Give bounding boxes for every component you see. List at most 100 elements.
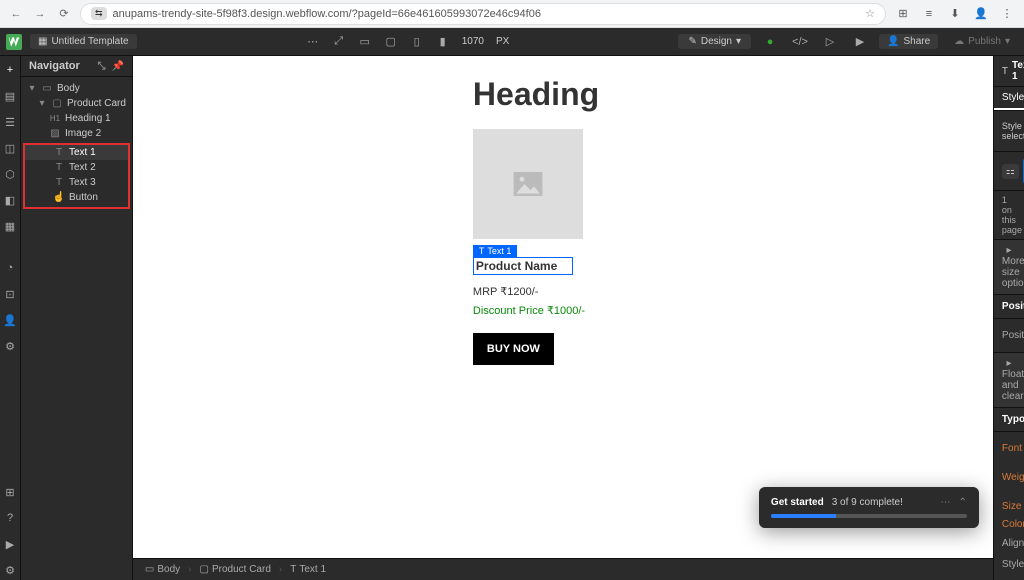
canvas-text3[interactable]: Discount Price ₹1000/-: [473, 304, 953, 317]
tree-button[interactable]: ☝Button: [25, 190, 128, 205]
panel-tabs: Style Settings Interactions: [994, 87, 1024, 111]
tree-text2[interactable]: TText 2: [25, 160, 128, 175]
more-icon[interactable]: ⋯: [302, 31, 324, 53]
canvas-heading[interactable]: Heading: [473, 76, 953, 113]
typography-section-title[interactable]: Typography: [1002, 414, 1024, 425]
components-icon[interactable]: ◫: [0, 138, 20, 158]
canvas-text2[interactable]: MRP ₹1200/-: [473, 285, 953, 298]
toast-collapse-icon[interactable]: ⌃: [959, 497, 967, 508]
ecommerce-icon[interactable]: ⊡: [0, 284, 20, 304]
navigator-icon[interactable]: ☰: [0, 112, 20, 132]
mobile-icon[interactable]: ▮: [432, 31, 454, 53]
toast-more-icon[interactable]: ⋯: [941, 497, 951, 508]
body-icon: ▭: [41, 83, 53, 94]
check-icon[interactable]: ●: [759, 31, 781, 53]
tab-style[interactable]: Style: [994, 87, 1024, 110]
pin-icon[interactable]: 📌: [111, 61, 123, 72]
page-name: Untitled Template: [51, 36, 128, 47]
onboarding-toast[interactable]: Get started 3 of 9 complete! ⋯ ⌃: [759, 487, 979, 528]
canvas-width[interactable]: 1070: [458, 36, 488, 47]
url-bar[interactable]: ⇆ anupams-trendy-site-5f98f3.design.webf…: [80, 3, 886, 25]
size-label: Size: [1002, 501, 1021, 512]
canvas-buy-button[interactable]: BUY NOW: [473, 333, 554, 365]
style-selector-label: Style selector: [1002, 121, 1024, 141]
apps-icon[interactable]: ⊞: [0, 482, 20, 502]
more-size-options[interactable]: ▸ More size options: [994, 240, 1024, 295]
back-icon[interactable]: ←: [8, 6, 24, 22]
toast-progress-text: 3 of 9 complete!: [832, 497, 903, 508]
tree-text3[interactable]: TText 3: [25, 175, 128, 190]
collapse-icon[interactable]: ⤡: [97, 61, 105, 72]
body-icon: ▭: [145, 564, 154, 575]
text-icon: T: [53, 147, 65, 158]
canvas-text1[interactable]: Product Name: [473, 257, 573, 275]
float-clear[interactable]: ▸ Float and clear: [994, 353, 1024, 408]
webflow-logo-icon[interactable]: [6, 34, 22, 50]
help-icon[interactable]: ?: [0, 508, 20, 528]
heading-icon: H1: [49, 114, 61, 123]
chevron-down-icon: ▾: [1005, 36, 1010, 47]
tree-heading[interactable]: H1Heading 1: [21, 111, 132, 126]
share-button[interactable]: 👤 Share: [879, 34, 938, 49]
breadcrumb-bar: ▭Body › ▢Product Card › TText 1: [133, 558, 993, 580]
float-label: Float and clear: [1002, 369, 1024, 402]
menu-icon[interactable]: ⋮: [998, 5, 1016, 23]
crumb-card[interactable]: ▢Product Card: [196, 564, 275, 575]
canvas-image-placeholder[interactable]: [473, 129, 583, 239]
design-canvas[interactable]: Heading TText 1 Product Name MRP ₹1200/-…: [133, 56, 993, 558]
styles-icon[interactable]: ◧: [0, 190, 20, 210]
tree-image[interactable]: ▨Image 2: [21, 126, 132, 141]
mobile-l-icon[interactable]: ▯: [406, 31, 428, 53]
font-label: Font: [1002, 443, 1022, 454]
settings-icon[interactable]: ⚙: [0, 560, 20, 580]
profile-icon[interactable]: 👤: [972, 5, 990, 23]
toast-progressbar: [771, 514, 967, 518]
element-tree: ▾▭Body ▾▢Product Card H1Heading 1 ▨Image…: [21, 77, 132, 215]
person-icon: 👤: [887, 36, 899, 47]
publish-button[interactable]: ☁ Publish ▾: [946, 34, 1018, 49]
url-text: anupams-trendy-site-5f98f3.design.webflo…: [113, 8, 860, 20]
badge-text: Text 1: [487, 246, 511, 256]
desktop-icon[interactable]: ▭: [354, 31, 376, 53]
cloud-icon: ☁: [954, 36, 964, 47]
tree-text1[interactable]: T Text 1: [25, 145, 128, 160]
navigator-title: Navigator: [29, 60, 80, 72]
image-icon: ▨: [49, 128, 61, 139]
star-icon[interactable]: ☆: [865, 7, 875, 20]
page-icon: ▦: [38, 36, 47, 47]
instance-count[interactable]: 1 on this page: [994, 191, 1024, 240]
tablet-icon[interactable]: ▢: [380, 31, 402, 53]
selected-element-badge[interactable]: TText 1: [473, 245, 518, 257]
variables-icon[interactable]: ⬡: [0, 164, 20, 184]
breakpoint-add-icon[interactable]: ⤢: [328, 31, 350, 53]
users-icon[interactable]: 👤: [0, 310, 20, 330]
site-info-icon[interactable]: ⇆: [91, 7, 107, 20]
video-icon[interactable]: ▶: [0, 534, 20, 554]
pages-icon[interactable]: ▤: [0, 86, 20, 106]
ext2-icon[interactable]: ≡: [920, 5, 938, 23]
reload-icon[interactable]: ⟳: [56, 6, 72, 22]
position-label: Position: [1002, 330, 1024, 341]
logic-icon[interactable]: ⚙: [0, 336, 20, 356]
preview-icon[interactable]: ▷: [819, 31, 841, 53]
page-selector[interactable]: ▦ Untitled Template: [30, 34, 137, 49]
download-icon[interactable]: ⬇: [946, 5, 964, 23]
image-placeholder-icon: [513, 172, 543, 196]
div-icon: ▢: [200, 564, 209, 575]
code-icon[interactable]: </>: [789, 31, 811, 53]
crumb-body[interactable]: ▭Body: [141, 564, 184, 575]
play-icon[interactable]: ▶: [849, 31, 871, 53]
extensions-icon[interactable]: ⊞: [894, 5, 912, 23]
class-selector[interactable]: ⚏ Text 1 ▾: [994, 152, 1024, 191]
mode-toggle[interactable]: ✎ Design ▾: [678, 34, 751, 49]
cms-icon[interactable]: ◔: [0, 258, 20, 278]
crumb-text[interactable]: TText 1: [286, 564, 330, 575]
tree-body[interactable]: ▾▭Body: [21, 81, 132, 96]
add-element-icon[interactable]: +: [0, 60, 20, 80]
app-shell: + ▤ ☰ ◫ ⬡ ◧ ▦ ◔ ⊡ 👤 ⚙ ⊞ ? ▶ ⚙ Navigator …: [0, 28, 1024, 580]
tree-product-card[interactable]: ▾▢Product Card: [21, 96, 132, 111]
position-section-title[interactable]: Position: [1002, 301, 1024, 312]
assets-icon[interactable]: ▦: [0, 216, 20, 236]
tree-label: Text 1: [69, 147, 96, 158]
forward-icon[interactable]: →: [32, 6, 48, 22]
